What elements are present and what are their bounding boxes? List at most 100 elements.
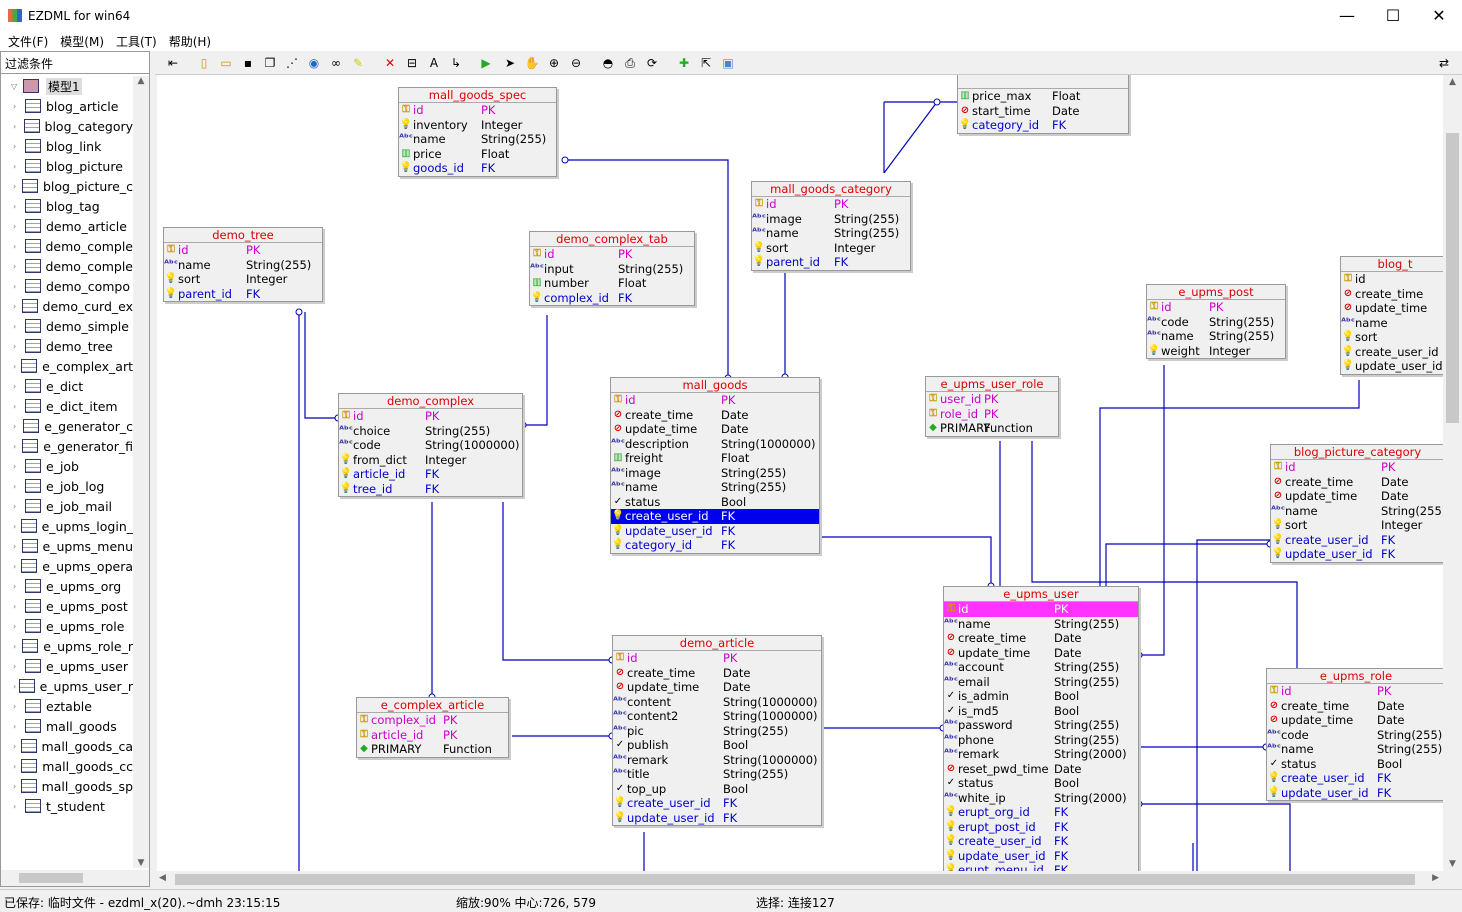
tree-item[interactable]: › e_dict (1, 376, 133, 396)
new-icon[interactable]: ▯ (195, 54, 213, 72)
field-row[interactable]: 💡 erupt_org_id FK (944, 805, 1138, 820)
field-row[interactable]: ⚿ article_id PK (357, 728, 508, 743)
tree-horizontal-scrollbar[interactable] (1, 870, 149, 886)
field-row[interactable]: 💡 create_user_id FK (1267, 771, 1443, 786)
tree-item[interactable]: › e_upms_opera (1, 556, 133, 576)
field-row[interactable]: ⊘ start_time Date (958, 104, 1128, 119)
field-row[interactable]: ᴬᵇᶜ content String(1000000) (613, 695, 821, 710)
field-row[interactable]: ⊘ create_time Date (944, 631, 1138, 646)
relationship-line[interactable] (883, 101, 938, 174)
field-row[interactable]: ⚿ role_id PK (926, 407, 1058, 422)
field-row[interactable]: 💡 from_dict Integer (339, 453, 522, 468)
link-icon[interactable]: ↳ (447, 54, 465, 72)
copy-icon[interactable]: ❐ (261, 54, 279, 72)
field-row[interactable]: 💡 goods_id FK (399, 161, 556, 176)
field-row[interactable]: ᴬᵇᶜ name String(255) (1271, 504, 1443, 519)
field-row[interactable]: ⚿ id PK (1271, 460, 1443, 475)
field-row[interactable]: 💡 complex_id FK (530, 291, 694, 306)
menu-help[interactable]: 帮助(H) (163, 33, 217, 50)
save-icon[interactable]: ▪ (239, 54, 257, 72)
tree-item[interactable]: › demo_curd_ex (1, 296, 133, 316)
tree-item[interactable]: › demo_comple (1, 256, 133, 276)
tree-item[interactable]: › e_upms_role (1, 616, 133, 636)
field-row[interactable]: ⚿ id PK (944, 602, 1138, 617)
field-row[interactable]: ▥ freight Float (611, 451, 819, 466)
entity-0[interactable]: mall_goods_spec ⚿ id PK 💡 inventory Integer ᴬᵇᶜ… (398, 87, 557, 177)
tree-item[interactable]: › mall_goods_ca (1, 736, 133, 756)
canvas-horizontal-scrollbar[interactable]: ◀ ▶ (157, 871, 1443, 888)
tree-item[interactable]: › blog_picture_c (1, 176, 133, 196)
tree-item[interactable]: › e_complex_art (1, 356, 133, 376)
back-icon[interactable]: ⇤ (164, 54, 182, 72)
field-row[interactable]: ⚿ id PK (1267, 684, 1443, 699)
tree-item[interactable]: › demo_comple (1, 236, 133, 256)
field-row[interactable]: ⊘ create_time Date (613, 666, 821, 681)
field-row[interactable]: 💡 sort (1341, 330, 1443, 345)
tree-item[interactable]: › demo_tree (1, 336, 133, 356)
relationship-line[interactable] (1139, 803, 1291, 871)
panel-splitter[interactable] (150, 51, 155, 887)
tree-item[interactable]: › blog_tag (1, 196, 133, 216)
refresh-icon[interactable]: ⟳ (643, 54, 661, 72)
field-row[interactable]: ✓ status Bool (1267, 757, 1443, 772)
field-row[interactable]: ᴬᵇᶜ pic String(255) (613, 724, 821, 739)
field-row[interactable]: ✓ publish Bool (613, 738, 821, 753)
field-row[interactable]: ᴬᵇᶜ code String(255) (1147, 315, 1285, 330)
field-row[interactable]: ▥ number Float (530, 276, 694, 291)
field-row[interactable]: 💡 create_user_id FK (1271, 533, 1443, 548)
entity-12[interactable]: demo_article ⚿ id PK ⊘ create_time Date ⊘ update… (612, 635, 822, 826)
field-row[interactable]: 💡 create_user_id FK (611, 509, 819, 524)
field-row[interactable]: 💡 inventory Integer (399, 118, 556, 133)
delete-icon[interactable]: ✕ (381, 54, 399, 72)
field-row[interactable]: 💡 parent_id FK (164, 287, 322, 302)
tree-item[interactable]: › blog_link (1, 136, 133, 156)
field-row[interactable]: 💡 category_id FK (611, 538, 819, 553)
field-row[interactable]: ᴬᵇᶜ name String(255) (944, 617, 1138, 632)
menu-file[interactable]: 文件(F) (2, 33, 54, 50)
entity-7[interactable]: mall_goods ⚿ id PK ⊘ create_time Date ⊘ update_t… (610, 377, 820, 554)
field-row[interactable]: ᴬᵇᶜ content2 String(1000000) (613, 709, 821, 724)
entity-6[interactable]: blog_t ⚿ id ⊘ create_time ⊘ update_time ᴬᵇᶜ name… (1340, 256, 1443, 375)
relationship-line[interactable] (502, 502, 612, 661)
field-row[interactable]: 💡 update_user_id (1341, 359, 1443, 374)
tree-item[interactable]: › e_upms_user_r (1, 676, 133, 696)
tree-item[interactable]: › blog_article (1, 96, 133, 116)
field-row[interactable]: ▥ price Float (399, 147, 556, 162)
field-row[interactable]: 💡 sort Integer (1271, 518, 1443, 533)
field-row[interactable]: ⚿ id PK (530, 247, 694, 262)
tree-vertical-scrollbar[interactable]: ▲ ▼ (133, 76, 149, 868)
entity-14[interactable]: e_upms_role ⚿ id PK ⊘ create_time Date ⊘ update_… (1266, 668, 1443, 801)
tree-item[interactable]: › e_upms_post (1, 596, 133, 616)
field-row[interactable]: ⊘ update_time (1341, 301, 1443, 316)
field-row[interactable]: ᴬᵇᶜ name String(255) (752, 226, 910, 241)
entity-10[interactable]: blog_picture_category ⚿ id PK ⊘ create_time Da… (1270, 444, 1443, 563)
relationship-line[interactable] (1196, 539, 1270, 871)
field-row[interactable]: 💡 create_user_id FK (944, 834, 1138, 849)
field-row[interactable]: ⚿ complex_id PK (357, 713, 508, 728)
field-row[interactable]: ᴬᵇᶜ name String(255) (1267, 742, 1443, 757)
field-row[interactable]: ᴬᵇᶜ input String(255) (530, 262, 694, 277)
picture-icon[interactable]: ▣ (719, 54, 737, 72)
field-row[interactable]: 💡 update_user_id FK (944, 849, 1138, 864)
text-icon[interactable]: A (425, 54, 443, 72)
field-row[interactable]: ⚿ id PK (339, 409, 522, 424)
field-row[interactable]: ᴬᵇᶜ description String(1000000) (611, 437, 819, 452)
field-row[interactable]: ⚿ user_id PK (926, 392, 1058, 407)
field-row[interactable]: 💡 create_user_id FK (613, 796, 821, 811)
relationship-line[interactable] (523, 315, 548, 426)
tree-item[interactable]: › e_job_mail (1, 496, 133, 516)
print-icon[interactable]: ⎙ (621, 54, 639, 72)
tree-item[interactable]: › e_generator_fi (1, 436, 133, 456)
field-row[interactable]: ⊘ reset_pwd_time Date (944, 762, 1138, 777)
tree-item[interactable]: › e_job_log (1, 476, 133, 496)
field-row[interactable]: ᴬᵇᶜ title String(255) (613, 767, 821, 782)
field-row[interactable]: 💡 article_id FK (339, 467, 522, 482)
field-row[interactable]: 💡 erupt_post_id FK (944, 820, 1138, 835)
tree-item[interactable]: › e_generator_c (1, 416, 133, 436)
tree-item[interactable]: › demo_compo (1, 276, 133, 296)
tree-item[interactable]: › demo_article (1, 216, 133, 236)
field-row[interactable]: 💡 category_id FK (958, 118, 1128, 133)
entity-13[interactable]: e_complex_article ⚿ complex_id PK ⚿ article_i… (356, 697, 509, 758)
close-button[interactable]: ✕ (1416, 0, 1462, 31)
field-row[interactable]: ⚿ id PK (613, 651, 821, 666)
